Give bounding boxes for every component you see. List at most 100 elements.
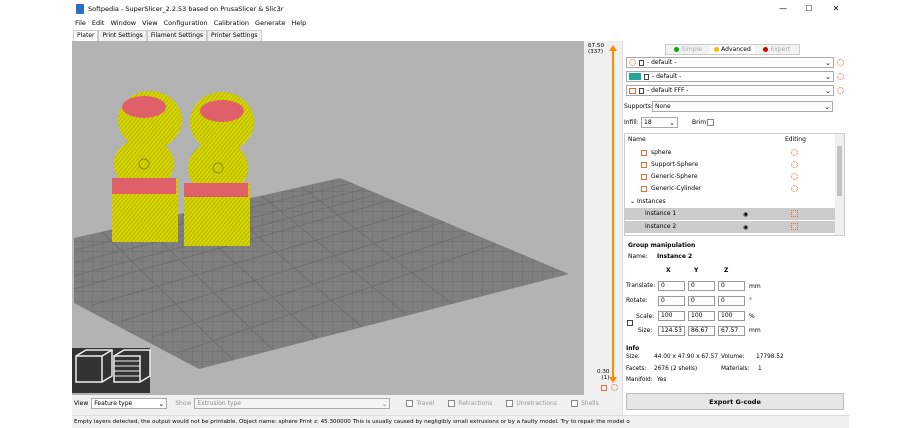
mode-simple-label: Simple bbox=[681, 46, 702, 53]
menu-view[interactable]: View bbox=[142, 19, 157, 27]
mode-advanced-button[interactable]: Advanced bbox=[710, 45, 755, 54]
layer-slider[interactable]: 67.50 (337) 0.30 (1) bbox=[584, 41, 622, 395]
list-item[interactable]: Generic-Sphere bbox=[641, 173, 698, 180]
print-preset-edit-icon[interactable] bbox=[837, 59, 844, 66]
manip-name-label: Name: bbox=[628, 253, 648, 260]
3d-viewport[interactable] bbox=[72, 41, 584, 395]
mode-simple-dot-icon bbox=[674, 47, 680, 52]
manip-title: Group manipulation bbox=[628, 242, 696, 249]
brim-checkbox[interactable] bbox=[707, 119, 714, 126]
translate-y-input[interactable]: 0 bbox=[688, 281, 715, 291]
translate-label: Translate: bbox=[626, 282, 656, 289]
list-item[interactable]: Instance 2 bbox=[625, 221, 835, 233]
tab-print-settings[interactable]: Print Settings bbox=[98, 30, 147, 41]
shells-checkbox[interactable] bbox=[570, 399, 578, 407]
info-facets-label: Facets: bbox=[626, 366, 647, 372]
filament-preset-select[interactable]: - default - ⌄ bbox=[626, 71, 834, 82]
mode-simple-button[interactable]: Simple bbox=[666, 45, 711, 54]
size-z-input[interactable]: 67.57 bbox=[718, 326, 745, 336]
scale-z-input[interactable]: 100 bbox=[718, 311, 745, 321]
menu-window[interactable]: Window bbox=[110, 19, 136, 27]
slider-track[interactable] bbox=[612, 51, 614, 377]
list-item-label: Instance 1 bbox=[645, 210, 677, 217]
scale-x-input[interactable]: 100 bbox=[658, 311, 685, 321]
tab-filament-settings[interactable]: Filament Settings bbox=[146, 30, 208, 41]
close-button[interactable]: ✕ bbox=[823, 0, 849, 17]
supports-select[interactable]: None ⌄ bbox=[652, 101, 833, 112]
list-item[interactable]: Generic-Cylinder bbox=[641, 185, 701, 192]
window-title: Softpedia - SuperSlicer_2.2.53 based on … bbox=[88, 4, 284, 13]
translate-x-input[interactable]: 0 bbox=[658, 281, 685, 291]
scale-lock-icon[interactable] bbox=[627, 320, 633, 326]
app-window: Softpedia - SuperSlicer_2.2.53 based on … bbox=[72, 0, 849, 428]
chevron-down-icon: ⌄ bbox=[381, 399, 388, 408]
print-preset-select[interactable]: - default - ⌄ bbox=[626, 57, 834, 68]
menu-file[interactable]: File bbox=[75, 19, 86, 27]
list-item[interactable]: sphere bbox=[641, 149, 671, 156]
translate-z-input[interactable]: 0 bbox=[718, 281, 745, 291]
axis-x-label: X bbox=[666, 267, 671, 274]
menu-configuration[interactable]: Configuration bbox=[164, 19, 208, 27]
tab-printer-settings[interactable]: Printer Settings bbox=[207, 30, 262, 41]
settings-icon[interactable] bbox=[791, 149, 798, 156]
show-label: Show bbox=[175, 399, 192, 407]
tab-plater[interactable]: Plater bbox=[73, 30, 99, 41]
menu-edit[interactable]: Edit bbox=[92, 19, 105, 27]
printer-preset-edit-icon[interactable] bbox=[837, 87, 844, 94]
preview-toolbar: View Feature type ⌄ Show Extrusion type … bbox=[72, 395, 622, 411]
maximize-button[interactable]: ☐ bbox=[796, 0, 822, 17]
retractions-checkbox[interactable] bbox=[448, 399, 456, 407]
size-x-input[interactable]: 124.53 bbox=[658, 326, 685, 336]
settings-icon[interactable] bbox=[791, 173, 798, 180]
sidebar: Simple Advanced Expert - default - ⌄ - d… bbox=[622, 41, 849, 415]
settings-icon[interactable] bbox=[791, 185, 798, 192]
slider-bottom-handle-icon[interactable] bbox=[609, 377, 617, 383]
eye-icon[interactable]: ◉ bbox=[743, 211, 748, 218]
instances-node[interactable]: ⌄ Instances bbox=[630, 198, 666, 205]
supports-value: None bbox=[655, 103, 671, 110]
rotate-y-input[interactable]: 0 bbox=[688, 296, 715, 306]
infill-select[interactable]: 18 ⌄ bbox=[641, 117, 678, 128]
part-icon bbox=[641, 185, 647, 192]
menu-calibration[interactable]: Calibration bbox=[214, 19, 249, 27]
view-type-select[interactable]: Feature type ⌄ bbox=[91, 397, 168, 409]
list-item-label: Support-Sphere bbox=[651, 161, 699, 168]
mode-expert-button[interactable]: Expert bbox=[754, 45, 799, 54]
view-cube-icon[interactable] bbox=[72, 348, 151, 393]
list-item[interactable]: Support-Sphere bbox=[641, 161, 698, 168]
export-gcode-button[interactable]: Export G-code bbox=[626, 393, 844, 410]
filament-color-swatch[interactable] bbox=[629, 73, 641, 80]
unretractions-checkbox[interactable] bbox=[506, 399, 514, 407]
chevron-down-icon: ⌄ bbox=[825, 87, 831, 95]
eye-icon[interactable]: ◉ bbox=[743, 224, 748, 231]
axis-z-label: Z bbox=[724, 267, 729, 274]
cog-icon[interactable] bbox=[611, 384, 618, 391]
infill-label: Infill: bbox=[624, 119, 639, 126]
printer-preset-select[interactable]: - default FFF - ⌄ bbox=[626, 85, 834, 96]
list-scrollbar[interactable] bbox=[835, 134, 844, 235]
menu-generate[interactable]: Generate bbox=[255, 19, 285, 27]
menu-help[interactable]: Help bbox=[291, 19, 306, 27]
instance-settings-icon[interactable] bbox=[791, 210, 798, 217]
mode-expert-label: Expert bbox=[770, 46, 791, 53]
info-manifold-label: Manifold: bbox=[626, 377, 653, 383]
object-list: Name Editing sphere Support-Sphere Gener… bbox=[624, 133, 845, 236]
print-preset-value: - default - bbox=[647, 59, 677, 66]
scale-y-input[interactable]: 100 bbox=[688, 311, 715, 321]
show-type-select[interactable]: Extrusion type ⌄ bbox=[194, 397, 391, 409]
chevron-down-icon: ⌄ bbox=[158, 399, 165, 408]
brim-label: Brim: bbox=[692, 119, 709, 126]
rotate-x-input[interactable]: 0 bbox=[658, 296, 685, 306]
travel-checkbox[interactable] bbox=[406, 399, 414, 407]
rotate-z-input[interactable]: 0 bbox=[718, 296, 745, 306]
list-item[interactable]: Instance 1 bbox=[625, 208, 835, 220]
settings-icon[interactable] bbox=[791, 161, 798, 168]
info-materials-label: Materials: bbox=[721, 366, 750, 372]
minimize-button[interactable]: — bbox=[770, 0, 796, 17]
lock-icon[interactable] bbox=[601, 385, 607, 391]
instance-settings-icon[interactable] bbox=[791, 223, 798, 230]
filament-preset-edit-icon[interactable] bbox=[837, 73, 844, 80]
size-y-input[interactable]: 86.67 bbox=[688, 326, 715, 336]
printer-preset-value: - default FFF - bbox=[647, 87, 689, 94]
slider-top-layer: (337) bbox=[588, 49, 604, 55]
